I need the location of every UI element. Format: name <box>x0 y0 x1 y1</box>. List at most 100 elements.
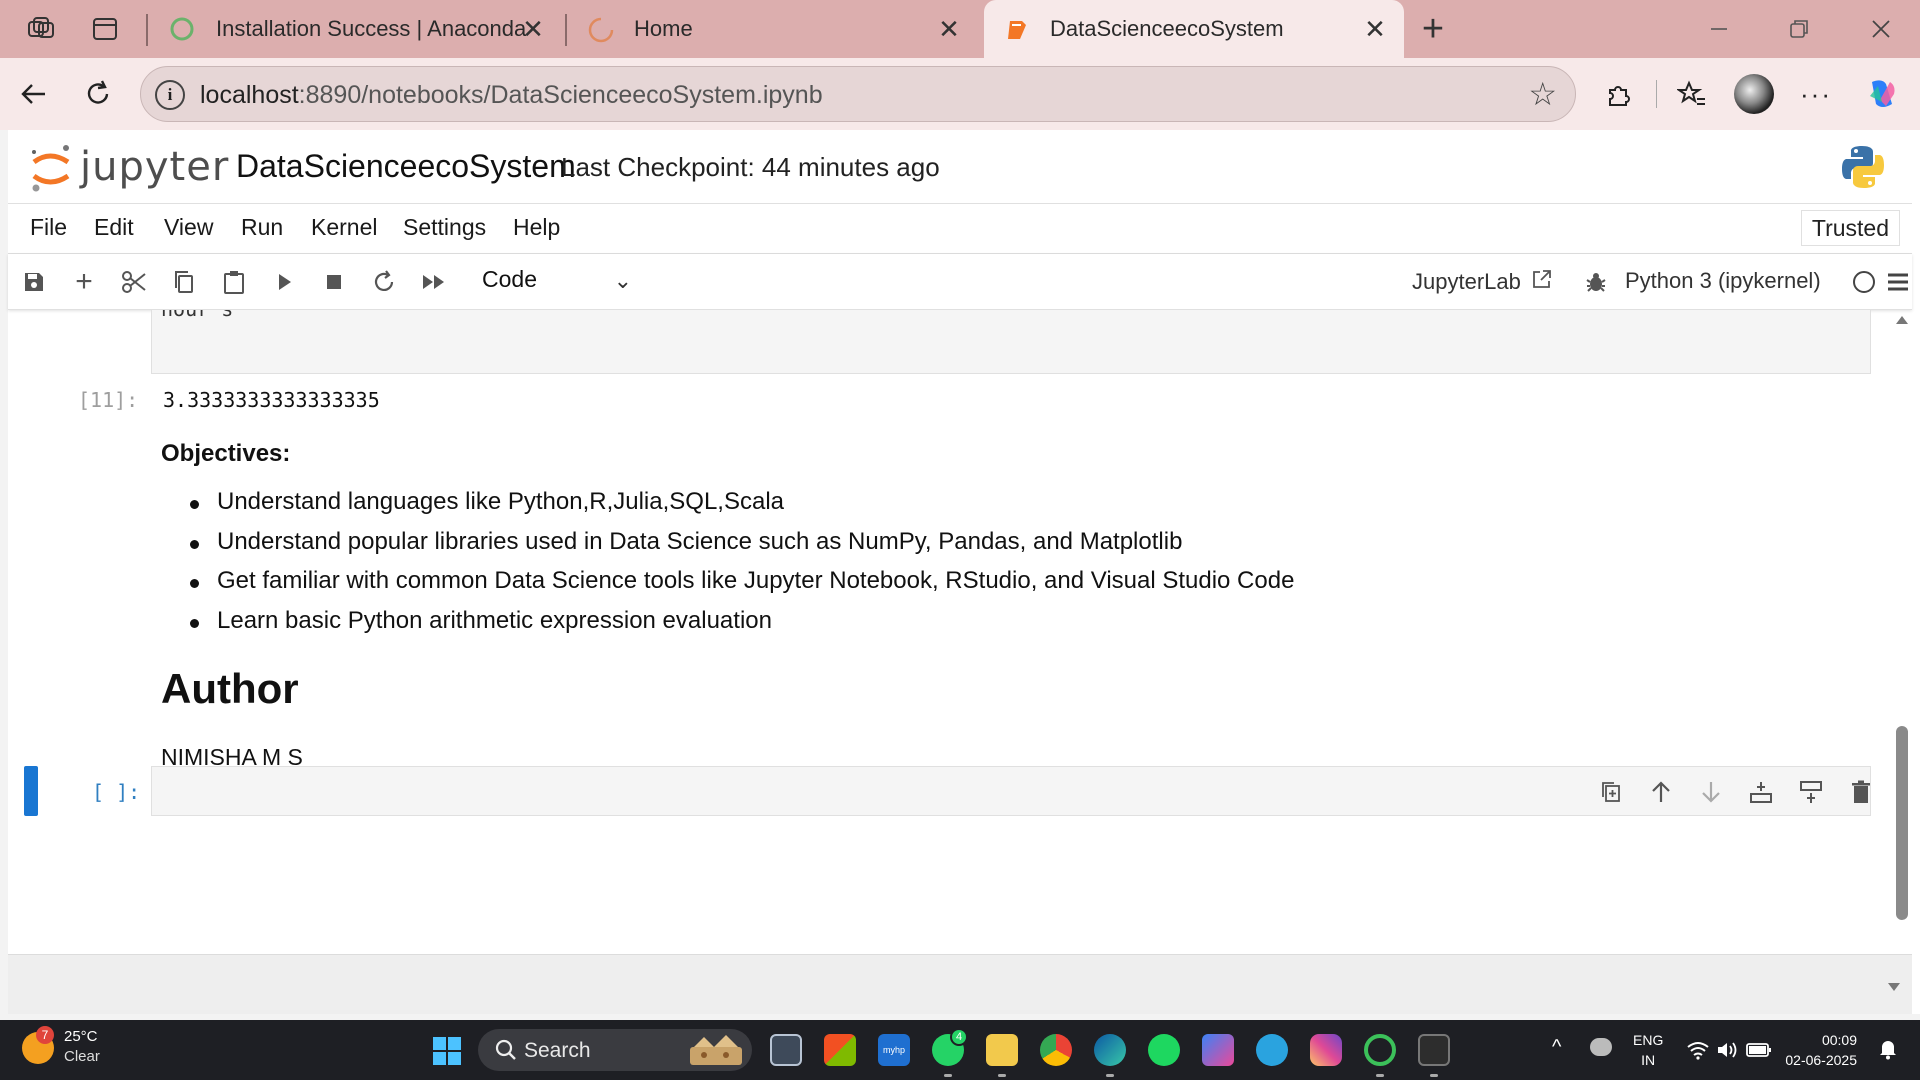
tab-title: Home <box>634 16 693 41</box>
move-cell-down-icon[interactable] <box>1696 777 1726 807</box>
taskbar-search[interactable]: Search <box>478 1029 752 1071</box>
trusted-indicator[interactable]: Trusted <box>1800 210 1900 246</box>
microsoft-store-icon[interactable] <box>824 1034 856 1066</box>
insert-cell-above-icon[interactable] <box>1746 777 1776 807</box>
list-item: Understand languages like Python,R,Julia… <box>190 488 1294 528</box>
favorites-icon[interactable] <box>1672 74 1712 114</box>
close-tab-icon[interactable]: ✕ <box>934 14 964 44</box>
delete-cell-icon[interactable] <box>1846 777 1876 807</box>
myhp-app-icon[interactable]: myhp <box>878 1034 910 1066</box>
copilot-icon[interactable] <box>1862 74 1902 114</box>
python-logo-icon <box>1842 146 1884 188</box>
menu-view[interactable]: View <box>164 214 213 241</box>
open-in-jupyterlab-link[interactable]: JupyterLab <box>1412 268 1553 295</box>
kernel-idle-status-icon <box>1848 266 1880 298</box>
menu-settings[interactable]: Settings <box>403 214 486 241</box>
telegram-icon[interactable] <box>1256 1034 1288 1066</box>
battery-icon[interactable] <box>1746 1041 1772 1059</box>
vertical-tabs-icon[interactable] <box>88 12 122 46</box>
running-indicator <box>1376 1074 1384 1077</box>
running-indicator <box>944 1074 952 1077</box>
run-icon[interactable] <box>268 266 300 298</box>
close-window-icon[interactable] <box>1864 12 1898 46</box>
copy-icon[interactable] <box>168 266 200 298</box>
insert-cell-below-icon[interactable] <box>1796 777 1826 807</box>
profile-avatar[interactable] <box>1734 74 1774 114</box>
stop-icon[interactable] <box>318 266 350 298</box>
back-icon[interactable] <box>14 74 54 114</box>
menu-run[interactable]: Run <box>241 214 283 241</box>
close-tab-icon[interactable]: ✕ <box>1360 14 1390 44</box>
cell-type-dropdown[interactable]: Code ⌄ <box>482 266 632 298</box>
file-explorer-icon[interactable] <box>986 1034 1018 1066</box>
scroll-up-arrow-icon[interactable] <box>1892 310 1912 330</box>
restart-kernel-icon[interactable] <box>368 266 400 298</box>
minimize-icon[interactable] <box>1702 12 1736 46</box>
wifi-icon[interactable] <box>1686 1040 1710 1060</box>
jupyter-page: jupyter DataScienceecoSystem Last Checkp… <box>8 130 1920 1014</box>
empty-code-cell[interactable] <box>151 766 1871 816</box>
url-text[interactable]: localhost:8890/notebooks/DataScienceecoS… <box>200 81 823 110</box>
reload-icon[interactable] <box>78 74 118 114</box>
system-clock[interactable]: 00:09 02-06-2025 <box>1785 1030 1857 1070</box>
menu-kernel[interactable]: Kernel <box>311 214 377 241</box>
notebook-title[interactable]: DataScienceecoSystem <box>236 148 576 185</box>
tray-overflow-chevron-icon[interactable]: ^ <box>1552 1036 1561 1059</box>
whatsapp-badge: 4 <box>950 1028 968 1046</box>
notification-bell-icon[interactable] <box>1878 1038 1898 1060</box>
save-icon[interactable] <box>18 266 50 298</box>
windows-start-icon[interactable] <box>432 1036 462 1066</box>
tab-anaconda[interactable]: Installation Success | Anaconda ✕ <box>150 0 562 58</box>
site-info-icon[interactable]: i <box>155 80 185 110</box>
onedrive-cloud-icon[interactable] <box>1590 1038 1612 1056</box>
paste-icon[interactable] <box>218 266 250 298</box>
search-highlight-illustration-icon <box>690 1035 742 1065</box>
tab-datascience-active[interactable]: DataScienceecoSystem ✕ <box>984 0 1404 58</box>
notebook-scrollbar[interactable] <box>1892 310 1912 1004</box>
copilot-app-icon[interactable] <box>1202 1034 1234 1066</box>
spotify-icon[interactable] <box>1148 1034 1180 1066</box>
more-options-icon[interactable]: ··· <box>1796 74 1836 114</box>
extensions-icon[interactable] <box>1599 74 1639 114</box>
terminal-icon[interactable] <box>1418 1034 1450 1066</box>
duplicate-cell-icon[interactable] <box>1596 777 1626 807</box>
address-bar[interactable]: i localhost:8890/notebooks/DataScienceec… <box>140 66 1576 122</box>
move-cell-up-icon[interactable] <box>1646 777 1676 807</box>
loading-spinner-icon <box>588 17 614 43</box>
volume-icon[interactable] <box>1716 1040 1738 1060</box>
menu-edit[interactable]: Edit <box>94 214 134 241</box>
scrollbar-thumb[interactable] <box>1896 726 1908 920</box>
kernel-name[interactable]: Python 3 (ipykernel) <box>1625 268 1821 294</box>
scroll-down-arrow-icon[interactable] <box>1884 977 1904 997</box>
new-tab-button[interactable]: + <box>1416 8 1450 50</box>
chrome-icon[interactable] <box>1040 1034 1072 1066</box>
more-menu-icon[interactable] <box>1882 266 1914 298</box>
anaconda-favicon-icon <box>170 17 194 41</box>
workspaces-icon[interactable] <box>24 12 58 46</box>
menu-help[interactable]: Help <box>513 214 560 241</box>
windows-taskbar: 7 25°C Clear Search myhp 4 ^ ENG IN 00:0… <box>0 1020 1920 1080</box>
restore-icon[interactable] <box>1782 12 1816 46</box>
debugger-bug-icon[interactable] <box>1580 266 1612 298</box>
close-tab-icon[interactable]: ✕ <box>518 14 548 44</box>
objectives-heading: Objectives: <box>161 440 291 467</box>
jupyter-header: jupyter DataScienceecoSystem Last Checkp… <box>8 130 1912 204</box>
input-language[interactable]: ENG IN <box>1633 1030 1663 1070</box>
insert-cell-icon[interactable]: + <box>68 265 100 298</box>
cut-icon[interactable] <box>118 266 150 298</box>
edge-icon[interactable] <box>1094 1034 1126 1066</box>
menu-file[interactable]: File <box>30 214 67 241</box>
jupyter-logo[interactable]: jupyter <box>28 142 228 194</box>
fast-forward-icon[interactable] <box>418 266 450 298</box>
tab-home[interactable]: Home ✕ <box>568 0 978 58</box>
instagram-icon[interactable] <box>1310 1034 1342 1066</box>
tab-title: DataScienceecoSystem <box>1050 16 1284 41</box>
favorite-star-icon[interactable]: ☆ <box>1528 75 1557 113</box>
last-checkpoint: Last Checkpoint: 44 minutes ago <box>561 152 940 182</box>
jupyter-wordmark: jupyter <box>80 144 230 190</box>
tab-separator <box>146 14 148 46</box>
previous-code-cell[interactable]: hour's <box>151 310 1871 374</box>
task-view-icon[interactable] <box>770 1034 802 1066</box>
browser-address-row: i localhost:8890/notebooks/DataScienceec… <box>0 58 1920 130</box>
app-ring-icon[interactable] <box>1364 1034 1396 1066</box>
